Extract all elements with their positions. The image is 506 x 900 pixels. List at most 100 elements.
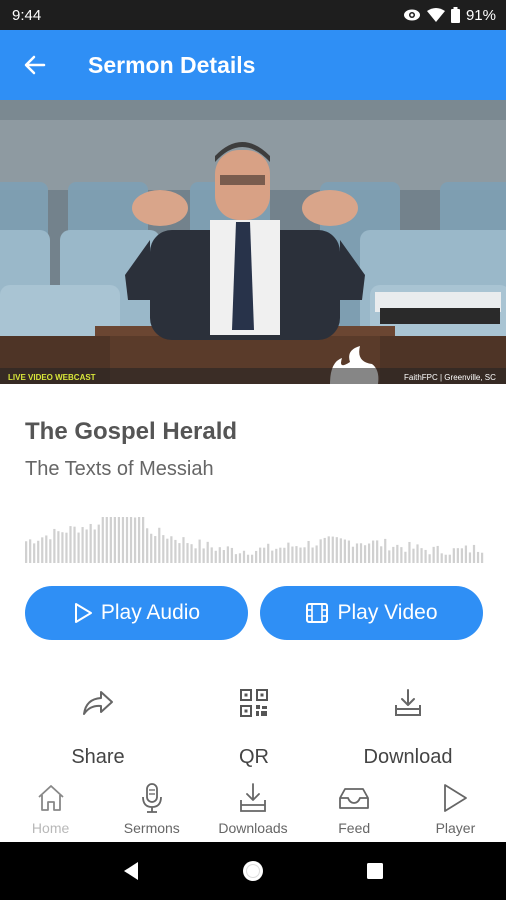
eye-icon (403, 8, 421, 22)
waveform-bar (81, 527, 84, 563)
waveform-bar (372, 540, 375, 563)
waveform-bar (279, 547, 282, 563)
share-button[interactable]: Share (23, 682, 173, 769)
nav-item-feed[interactable]: Feed (304, 772, 405, 842)
waveform-bar (117, 517, 121, 563)
waveform-bar (259, 547, 262, 563)
waveform-bar (250, 554, 254, 563)
waveform-bar (331, 536, 334, 563)
qr-code-icon (240, 682, 268, 724)
system-nav-bar (0, 842, 506, 900)
waveform-bar (275, 548, 278, 563)
waveform-bar (263, 547, 266, 563)
waveform-bar (166, 538, 169, 563)
video-overlay-left: LIVE VIDEO WEBCAST (8, 373, 96, 382)
waveform-bar (283, 547, 286, 563)
waveform-bar (210, 547, 213, 563)
waveform-bar (150, 533, 153, 563)
waveform-bar (226, 546, 229, 563)
waveform-bar (45, 535, 48, 563)
waveform-bar (367, 543, 371, 563)
waveform-bar (146, 528, 149, 563)
waveform-bar (101, 517, 104, 563)
waveform-bar (480, 552, 484, 563)
waveform-bar (77, 532, 80, 563)
waveform-bar (158, 527, 161, 563)
waveform-bar (186, 543, 189, 563)
video-player[interactable]: LIVE VIDEO WEBCAST FaithFPC | Greenville… (0, 100, 506, 384)
waveform-bar (190, 544, 193, 563)
waveform-bar (41, 537, 44, 563)
waveform-bar (170, 536, 173, 563)
waveform-bar (93, 529, 96, 563)
nav-label-downloads: Downloads (218, 820, 288, 836)
inbox-icon (338, 780, 370, 816)
system-recents-button[interactable] (355, 851, 395, 891)
waveform-bar (162, 535, 165, 563)
waveform-bar (303, 547, 306, 563)
nav-item-downloads[interactable]: Downloads (202, 772, 303, 842)
waveform-bar (97, 524, 100, 563)
waveform-bar (246, 554, 250, 563)
waveform-bar (448, 554, 451, 563)
waveform-bar (154, 536, 157, 563)
back-button[interactable] (0, 30, 70, 100)
waveform-bar (295, 546, 298, 563)
system-back-button[interactable] (111, 851, 151, 891)
waveform-bar (432, 546, 435, 563)
system-home-button[interactable] (233, 851, 273, 891)
film-icon (306, 603, 329, 623)
qr-button[interactable]: QR (179, 682, 329, 769)
nav-item-home[interactable]: Home (0, 772, 101, 842)
waveform-bar (206, 541, 209, 563)
waveform-bar (142, 517, 145, 563)
play-buttons: Play Audio Play Video (25, 586, 483, 640)
waveform-bar (327, 536, 330, 563)
play-audio-button[interactable]: Play Audio (25, 586, 248, 640)
waveform-bar (85, 529, 88, 563)
nav-label-player: Player (435, 820, 476, 836)
waveform-bar (238, 553, 242, 563)
waveform-bar (255, 550, 258, 563)
play-icon (441, 780, 469, 816)
waveform-bar (376, 540, 379, 563)
waveform-bar (133, 517, 137, 563)
play-audio-label: Play Audio (100, 601, 201, 624)
waveform-bar (129, 517, 133, 563)
status-bar: 9:44 91% (0, 0, 506, 30)
waveform-bar (359, 543, 363, 563)
waveform-bar (174, 539, 177, 563)
play-video-label: Play Video (337, 601, 438, 624)
waveform-bar (420, 548, 423, 563)
waveform-bar (412, 548, 415, 563)
waveform-bar (202, 548, 205, 563)
waveform-bar (472, 544, 476, 563)
audio-waveform[interactable] (25, 515, 485, 563)
download-icon (393, 682, 423, 724)
waveform-bar (428, 554, 431, 563)
waveform-bar (343, 539, 346, 563)
waveform-bar (61, 532, 64, 563)
waveform-bar (396, 544, 399, 563)
waveform-bar (436, 545, 439, 563)
waveform-bar (319, 539, 322, 563)
play-video-button[interactable]: Play Video (260, 586, 483, 640)
nav-item-sermons[interactable]: Sermons (101, 772, 202, 842)
waveform-bar (222, 550, 225, 563)
nav-item-player[interactable]: Player (405, 772, 506, 842)
nav-label-home: Home (31, 820, 70, 836)
waveform-bar (218, 547, 221, 563)
waveform-bar (347, 540, 351, 563)
waveform-bar (25, 541, 28, 563)
page-title: Sermon Details (88, 51, 256, 78)
waveform-bar (380, 546, 383, 563)
waveform-bar (109, 517, 112, 563)
triangle-back-icon (124, 862, 138, 880)
microphone-icon (140, 780, 164, 816)
waveform-bar (178, 543, 181, 563)
sermon-info: The Gospel Herald The Texts of Messiah (25, 418, 485, 481)
status-time: 9:44 (12, 6, 42, 24)
waveform-bar (440, 553, 443, 563)
download-button[interactable]: Download (333, 682, 483, 769)
waveform-bar (182, 537, 185, 563)
